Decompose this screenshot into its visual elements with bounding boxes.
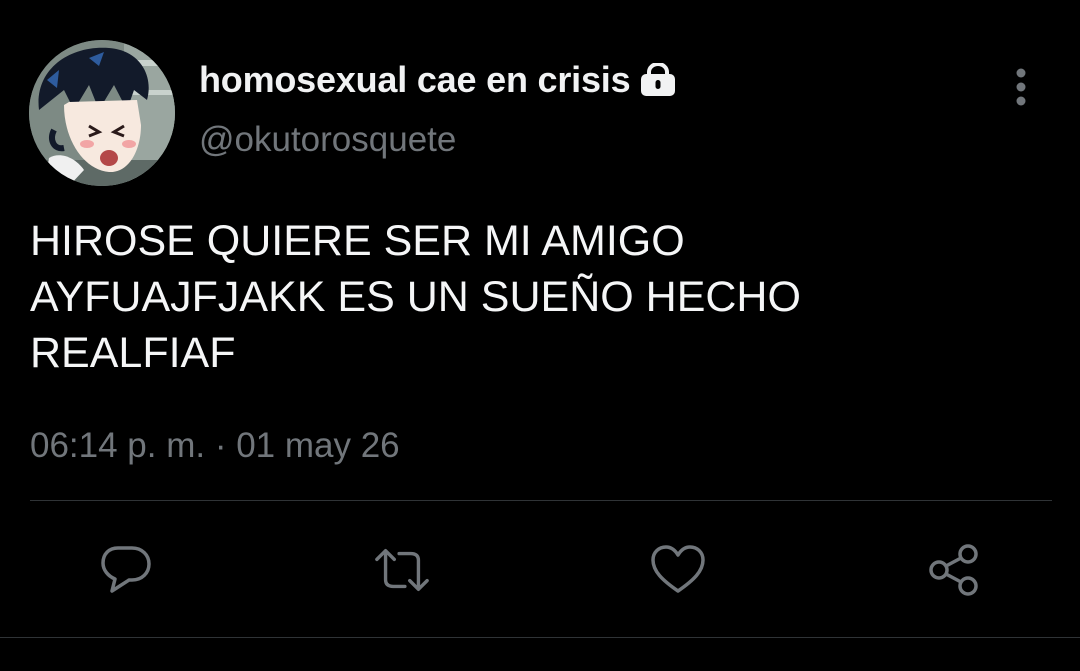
tweet-timestamp[interactable]: 06:14 p. m. · 01 may 26 <box>30 426 400 466</box>
vertical-dots-icon <box>1016 68 1026 106</box>
like-button[interactable] <box>649 541 707 599</box>
retweet-arrows-icon <box>375 548 429 592</box>
divider <box>0 637 1080 638</box>
username-handle[interactable]: @okutorosquete <box>199 120 456 160</box>
retweet-button[interactable] <box>373 541 431 599</box>
lock-icon <box>640 63 676 97</box>
tweet-text: HIROSE QUIERE SER MI AMIGO AYFUAJFJAKK E… <box>30 217 801 377</box>
heart-icon <box>651 545 705 593</box>
comment-bubble-icon <box>101 546 151 593</box>
more-options-button[interactable] <box>1000 64 1042 110</box>
display-name[interactable]: homosexual cae en crisis <box>199 58 676 102</box>
display-name-text: homosexual cae en crisis <box>199 59 631 100</box>
avatar[interactable] <box>29 40 175 186</box>
divider <box>30 500 1052 501</box>
reply-button[interactable] <box>97 541 155 599</box>
share-button[interactable] <box>925 541 983 599</box>
avatar-image <box>29 40 175 186</box>
share-nodes-icon <box>929 544 978 596</box>
